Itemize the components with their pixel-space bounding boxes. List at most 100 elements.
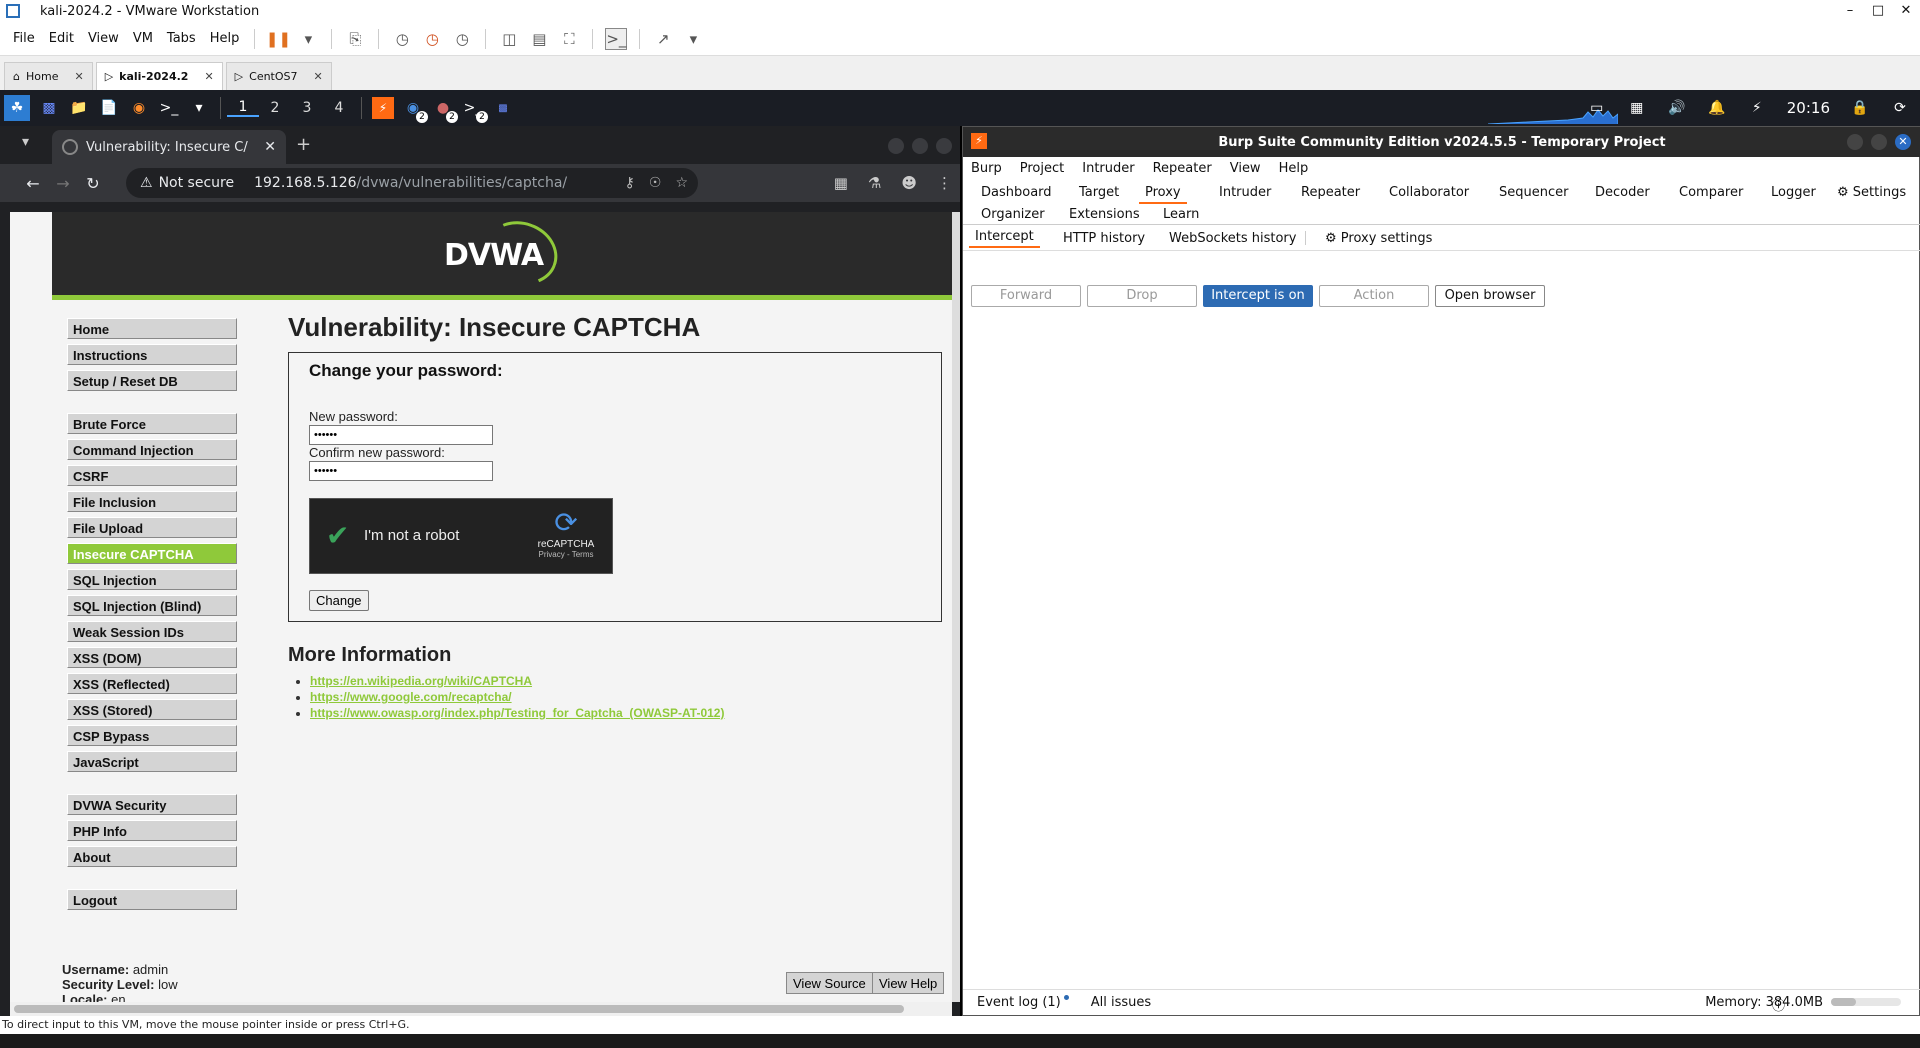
close-icon[interactable]: ✕ — [74, 70, 83, 83]
tab-centos[interactable]: ▷ CentOS7 ✕ — [225, 62, 332, 90]
burp-menu-project[interactable]: Project — [1020, 161, 1064, 176]
nav-brute-force[interactable]: Brute Force — [67, 413, 237, 434]
profile-icon[interactable]: ☻ — [901, 174, 917, 192]
window-task-icon[interactable]: ▩ — [492, 97, 514, 119]
nav-sql-injection-blind[interactable]: SQL Injection (Blind) — [67, 595, 237, 616]
file-manager-icon[interactable]: 📁 — [68, 97, 90, 119]
reload-icon[interactable]: ↻ — [78, 174, 108, 193]
drop-button[interactable]: Drop — [1087, 285, 1197, 307]
close-icon[interactable]: ✕ — [1892, 0, 1920, 22]
change-button[interactable]: Change — [309, 590, 369, 611]
view-help-button[interactable]: View Help — [872, 972, 945, 994]
forward-button[interactable]: Forward — [971, 285, 1081, 307]
horizontal-scrollbar[interactable] — [10, 1002, 952, 1016]
forward-icon[interactable]: → — [48, 174, 78, 193]
nav-csp-bypass[interactable]: CSP Bypass — [67, 725, 237, 746]
kebab-menu-icon[interactable]: ⋮ — [937, 174, 952, 192]
lock-icon[interactable]: 🔒 — [1849, 97, 1871, 119]
open-browser-button[interactable]: Open browser — [1435, 285, 1545, 307]
tab-comparer[interactable]: Comparer — [1679, 183, 1743, 202]
burp-menu-intruder[interactable]: Intruder — [1082, 161, 1134, 176]
chrome-tab[interactable]: Vulnerability: Insecure C/ ✕ — [52, 130, 286, 164]
tab-proxy[interactable]: Proxy — [1139, 183, 1187, 204]
all-issues-button[interactable]: All issues — [1091, 995, 1151, 1010]
tab-organizer[interactable]: Organizer — [981, 205, 1045, 224]
firefox-icon[interactable]: ◉ — [128, 97, 150, 119]
snapshot-manager-icon[interactable]: ◷ — [451, 28, 473, 50]
close-icon[interactable] — [936, 138, 952, 154]
extensions-icon[interactable]: ▦ — [834, 174, 848, 192]
nav-javascript[interactable]: JavaScript — [67, 751, 237, 772]
subtab-http-history[interactable]: HTTP history — [1063, 229, 1145, 248]
revert-snapshot-icon[interactable]: ◷ — [421, 28, 443, 50]
nav-file-inclusion[interactable]: File Inclusion — [67, 491, 237, 512]
event-log-button[interactable]: Event log (1) — [977, 995, 1061, 1010]
nav-about[interactable]: About — [67, 846, 237, 867]
nav-csrf[interactable]: CSRF — [67, 465, 237, 486]
network-icon[interactable]: ▦ — [1626, 97, 1648, 119]
thumbnail-bar-icon[interactable]: ▤ — [528, 28, 550, 50]
logout-icon[interactable]: ⟳ — [1889, 97, 1911, 119]
nav-sql-injection[interactable]: SQL Injection — [67, 569, 237, 590]
nav-home[interactable]: Home — [67, 318, 237, 339]
nav-command-injection[interactable]: Command Injection — [67, 439, 237, 460]
bell-icon[interactable]: 🔔 — [1706, 97, 1728, 119]
nav-logout[interactable]: Logout — [67, 889, 237, 910]
tab-home[interactable]: ⌂ Home ✕ — [4, 62, 93, 90]
nav-xss-reflected[interactable]: XSS (Reflected) — [67, 673, 237, 694]
close-icon[interactable]: ✕ — [204, 70, 213, 83]
burp-menu-view[interactable]: View — [1230, 161, 1261, 176]
key-icon[interactable]: ⚷ — [625, 175, 635, 191]
menu-vm[interactable]: VM — [126, 31, 160, 46]
menu-edit[interactable]: Edit — [42, 31, 81, 46]
minimize-icon[interactable] — [888, 138, 904, 154]
workspace-3[interactable]: 3 — [291, 100, 323, 116]
tab-sequencer[interactable]: Sequencer — [1499, 183, 1568, 202]
chrome-task-icon[interactable]: ◉ 2 — [402, 97, 428, 123]
display-icon[interactable]: ▭ — [1586, 97, 1608, 119]
tab-repeater[interactable]: Repeater — [1301, 183, 1360, 202]
close-icon[interactable]: ✕ — [314, 70, 323, 83]
address-bar[interactable]: ⚠ Not secure 192.168.5.126/dvwa/vulnerab… — [126, 168, 698, 198]
maximize-icon[interactable]: □ — [1864, 0, 1892, 22]
tab-intruder[interactable]: Intruder — [1219, 183, 1271, 202]
proxy-settings-button[interactable]: ⚙ Proxy settings — [1325, 229, 1432, 248]
recaptcha-widget[interactable]: ✔ I'm not a robot ⟳ reCAPTCHA Privacy - … — [309, 498, 613, 574]
tab-decoder[interactable]: Decoder — [1595, 183, 1650, 202]
chevron-down-icon[interactable]: ▾ — [188, 97, 210, 119]
menu-tabs[interactable]: Tabs — [160, 31, 203, 46]
burp-menu-help[interactable]: Help — [1279, 161, 1309, 176]
view-source-button[interactable]: View Source — [786, 972, 873, 994]
link-google-recaptcha[interactable]: https://www.google.com/recaptcha/ — [310, 690, 512, 704]
kali-menu-icon[interactable]: ☘ — [4, 95, 30, 121]
send-ctrl-alt-del-icon[interactable]: ⎘ — [344, 28, 366, 50]
tab-settings[interactable]: ⚙ Settings — [1837, 183, 1906, 202]
tab-kali[interactable]: ▷ kali-2024.2 ✕ — [95, 62, 223, 90]
link-owasp[interactable]: https://www.owasp.org/index.php/Testing_… — [310, 706, 724, 720]
maximize-icon[interactable] — [1871, 134, 1887, 150]
tab-target[interactable]: Target — [1079, 183, 1119, 202]
close-icon[interactable]: ✕ — [1895, 134, 1911, 150]
subtab-intercept[interactable]: Intercept — [969, 227, 1040, 248]
eye-off-icon[interactable]: ☉ — [649, 175, 662, 191]
chevron-down-icon[interactable]: ▾ — [682, 28, 704, 50]
burp-task-icon[interactable]: ⚡ — [372, 97, 394, 119]
chevron-down-icon[interactable]: ▾ — [297, 28, 319, 50]
workspace-1[interactable]: 1 — [227, 99, 259, 117]
volume-icon[interactable]: 🔊 — [1666, 97, 1688, 119]
new-tab-icon[interactable]: + — [296, 134, 311, 155]
console-view-icon[interactable]: >_ — [605, 27, 628, 50]
snapshot-icon[interactable]: ◷ — [391, 28, 413, 50]
tab-search-icon[interactable]: ▾ — [22, 134, 29, 150]
star-icon[interactable]: ☆ — [675, 175, 688, 191]
nav-setup[interactable]: Setup / Reset DB — [67, 370, 237, 391]
burp-menu-repeater[interactable]: Repeater — [1153, 161, 1212, 176]
maximize-icon[interactable] — [912, 138, 928, 154]
subtab-websockets-history[interactable]: WebSockets history — [1169, 229, 1296, 248]
link-wikipedia[interactable]: https://en.wikipedia.org/wiki/CAPTCHA — [310, 674, 532, 688]
scroll-thumb[interactable] — [14, 1005, 904, 1013]
checkmark-icon[interactable]: ✔ — [326, 519, 349, 552]
action-button[interactable]: Action — [1319, 285, 1429, 307]
nav-insecure-captcha[interactable]: Insecure CAPTCHA — [67, 543, 237, 564]
terminal-icon[interactable]: >_ — [158, 97, 180, 119]
